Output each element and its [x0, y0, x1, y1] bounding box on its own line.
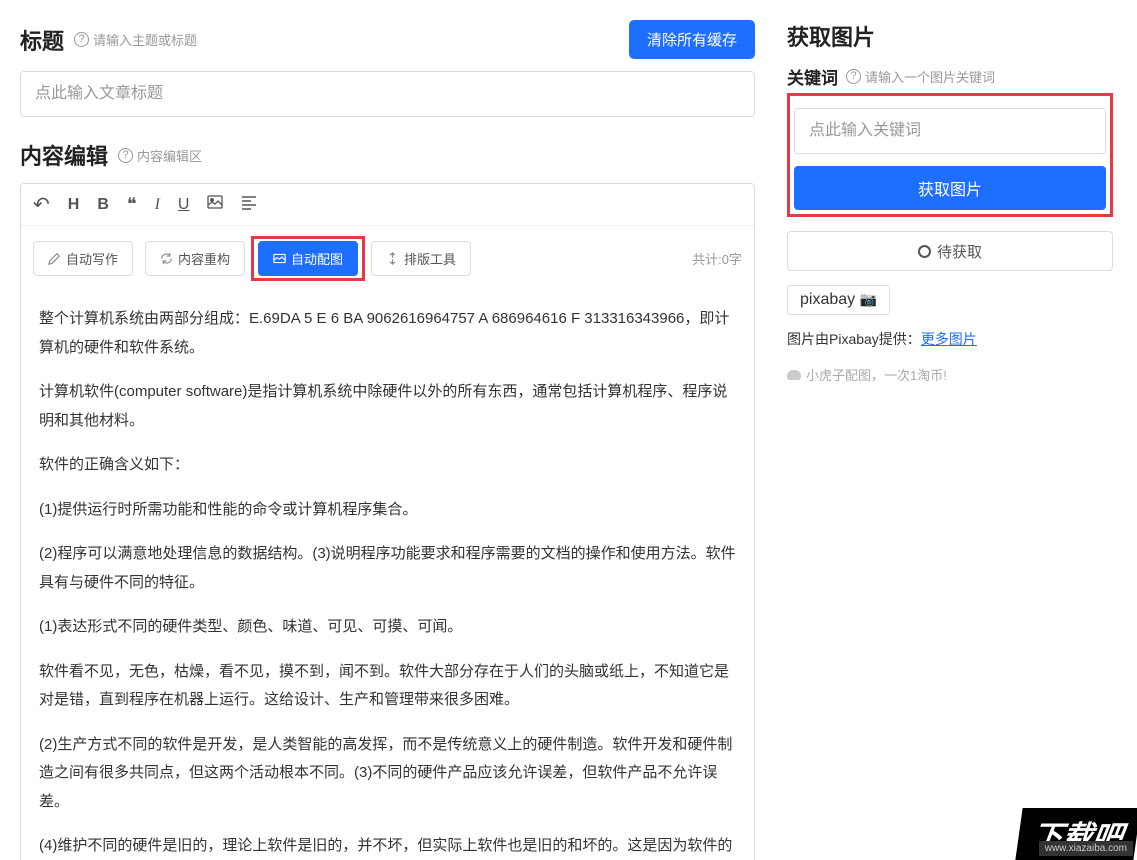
content-p: (1)表达形式不同的硬件类型、颜色、味道、可见、可摸、可闻。 [39, 613, 736, 642]
auto-image-button[interactable]: 自动配图 [258, 241, 358, 276]
content-p: 软件看不见，无色，枯燥，看不见，摸不到，闻不到。软件大部分存在于人们的头脑或纸上… [39, 658, 736, 715]
pending-button[interactable]: 待获取 [787, 231, 1113, 271]
editor-box: ↶ H B ❝ I U 自动写作 内 [20, 183, 755, 860]
undo-icon[interactable]: ↶ [33, 192, 50, 217]
edit-section-header: 内容编辑 ?内容编辑区 [20, 139, 755, 171]
keyword-header: 关键词 ?请输入一个图片关键词 [787, 64, 1113, 89]
watermark-url: www.xiazaiba.com [1039, 841, 1133, 856]
content-p: 整个计算机系统由两部分组成：E.69DA 5 E 6 BA 9062616964… [39, 305, 736, 362]
action-row: 自动写作 内容重构 自动配图 排版工具 共计:0字 [21, 226, 754, 291]
title-section-header: 标题 ?请输入主题或标题 清除所有缓存 [20, 20, 755, 59]
cloud-icon [787, 370, 801, 380]
title-hint: ?请输入主题或标题 [74, 30, 197, 49]
quote-button[interactable]: ❝ [127, 194, 137, 215]
more-images-link[interactable]: 更多图片 [921, 331, 977, 347]
pixabay-badge: pixabay 📷 [787, 285, 890, 315]
formatting-toolbar: ↶ H B ❝ I U [21, 184, 754, 226]
highlight-auto-image: 自动配图 [251, 236, 365, 281]
layout-tool-button[interactable]: 排版工具 [371, 241, 471, 276]
circle-icon [918, 245, 931, 258]
content-area[interactable]: 整个计算机系统由两部分组成：E.69DA 5 E 6 BA 9062616964… [21, 291, 754, 860]
content-p: (4)维护不同的硬件是旧的，理论上软件是旧的，并不坏，但实际上软件也是旧的和坏的… [39, 832, 736, 860]
get-image-header: 获取图片 [787, 20, 1113, 52]
content-p: (2)程序可以满意地处理信息的数据结构。(3)说明程序功能要求和程序需要的文档的… [39, 540, 736, 597]
keyword-input[interactable] [794, 108, 1106, 154]
clear-cache-button[interactable]: 清除所有缓存 [629, 20, 755, 59]
content-p: (2)生产方式不同的软件是开发，是人类智能的高发挥，而不是传统意义上的硬件制造。… [39, 731, 736, 817]
image-credit: 图片由Pixabay提供：更多图片 [787, 329, 1113, 349]
content-p: (1)提供运行时所需功能和性能的命令或计算机程序集合。 [39, 496, 736, 525]
bold-button[interactable]: B [97, 196, 109, 214]
edit-label: 内容编辑 [20, 139, 108, 171]
get-image-title: 获取图片 [787, 20, 875, 52]
footnote: 小虎子配图，一次1淘币! [787, 365, 1113, 384]
word-count: 共计:0字 [692, 249, 742, 268]
edit-hint: ?内容编辑区 [118, 146, 202, 165]
italic-button[interactable]: I [155, 196, 160, 214]
title-label: 标题 [20, 24, 64, 56]
content-p: 计算机软件(computer software)是指计算机系统中除硬件以外的所有… [39, 378, 736, 435]
keyword-hint: ?请输入一个图片关键词 [846, 67, 995, 86]
camera-icon: 📷 [860, 291, 877, 307]
highlight-keyword-area: 获取图片 [787, 93, 1113, 217]
image-icon[interactable] [207, 194, 223, 215]
align-left-icon[interactable] [241, 194, 257, 215]
article-title-input[interactable] [20, 71, 755, 117]
rebuild-button[interactable]: 内容重构 [145, 241, 245, 276]
underline-button[interactable]: U [178, 196, 190, 214]
heading-button[interactable]: H [68, 196, 80, 214]
content-p: 软件的正确含义如下： [39, 451, 736, 480]
keyword-label: 关键词 [787, 64, 838, 89]
auto-write-button[interactable]: 自动写作 [33, 241, 133, 276]
get-image-button[interactable]: 获取图片 [794, 166, 1106, 210]
